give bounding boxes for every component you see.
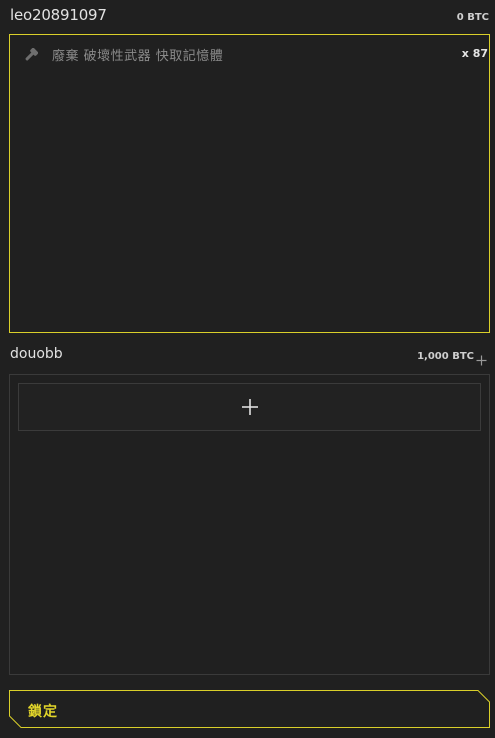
item-quantity: x 87 <box>461 47 488 60</box>
player2-name: douobb <box>10 346 63 362</box>
player2-offer-panel <box>9 374 490 675</box>
player1-name: leo20891097 <box>10 6 107 24</box>
offer-item-row[interactable]: 廢棄 破壞性武器 快取記憶體 x 87 <box>24 44 489 64</box>
add-currency-icon[interactable] <box>476 351 487 366</box>
lock-button[interactable]: 鎖定 <box>9 690 490 728</box>
player2-balance: 1,000 BTC <box>417 351 474 362</box>
player1-balance: 0 BTC <box>456 12 489 23</box>
lock-button-label: 鎖定 <box>28 704 58 720</box>
player1-offer-panel: 廢棄 破壞性武器 快取記憶體 x 87 <box>9 34 490 333</box>
item-name: 廢棄 破壞性武器 快取記憶體 <box>52 48 224 64</box>
add-item-button[interactable] <box>18 383 481 431</box>
hammer-icon <box>24 47 39 61</box>
player2-balance-group: 1,000 BTC <box>417 351 487 366</box>
plus-icon <box>241 399 258 416</box>
